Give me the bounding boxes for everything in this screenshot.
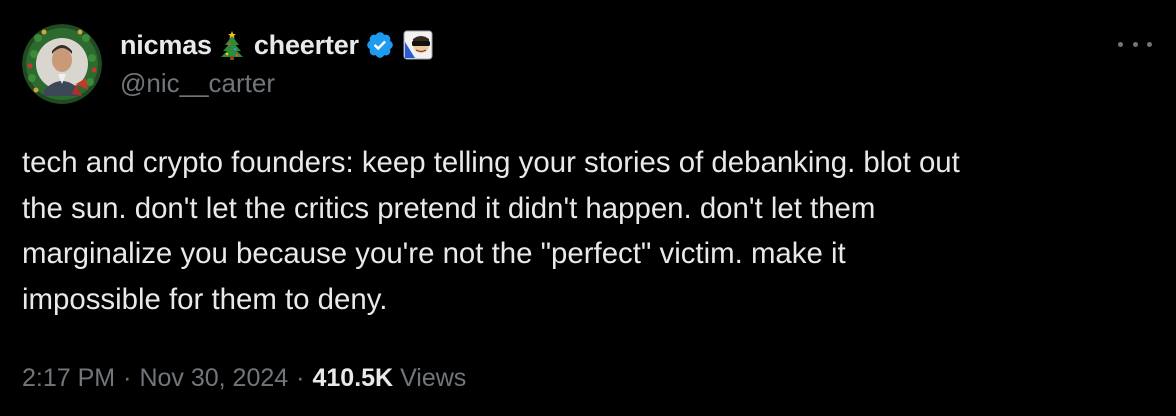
author-avatar[interactable] <box>22 24 102 104</box>
meta-separator: · <box>296 364 305 392</box>
author-display-name-second[interactable]: cheerter <box>254 30 359 61</box>
verified-badge-icon[interactable] <box>365 30 395 60</box>
meta-separator: · <box>123 364 132 392</box>
christmas-tree-icon <box>219 30 245 60</box>
tweet-timestamp-link[interactable]: 2:17 PM · Nov 30, 2024 <box>22 364 288 392</box>
more-options-icon[interactable] <box>1118 34 1152 54</box>
tweet-text-line: the sun. don't let the critics pretend i… <box>22 191 876 225</box>
tweet-text-line: impossible for them to deny. <box>22 282 388 316</box>
views-link[interactable]: 410.5K Views <box>312 364 466 392</box>
views-label: Views <box>400 364 467 392</box>
more-dot <box>1118 41 1123 47</box>
tweet-date: Nov 30, 2024 <box>139 364 289 392</box>
tweet-text-line: tech and crypto founders: keep telling y… <box>22 146 960 179</box>
more-dot <box>1147 41 1152 47</box>
tweet-meta-row: 2:17 PM · Nov 30, 2024 · 410.5K Views <box>22 364 466 393</box>
tweet-text: tech and crypto founders: keep telling y… <box>22 140 1162 322</box>
author-handle[interactable]: @nic__carter <box>120 68 275 99</box>
avatar-christmas-wreath <box>22 24 102 104</box>
affiliate-badge-icon[interactable] <box>403 30 433 60</box>
author-display-name-first[interactable]: nicmas <box>120 30 212 61</box>
tweet-card: nicmas cheerter @nic__carter tech and cr… <box>0 0 1176 416</box>
views-count: 410.5K <box>312 364 394 392</box>
tweet-time: 2:17 PM <box>22 364 116 392</box>
tweet-text-line: marginalize you because you're not the "… <box>22 237 846 270</box>
more-dot <box>1132 41 1138 47</box>
author-name-row: nicmas cheerter <box>120 28 433 62</box>
